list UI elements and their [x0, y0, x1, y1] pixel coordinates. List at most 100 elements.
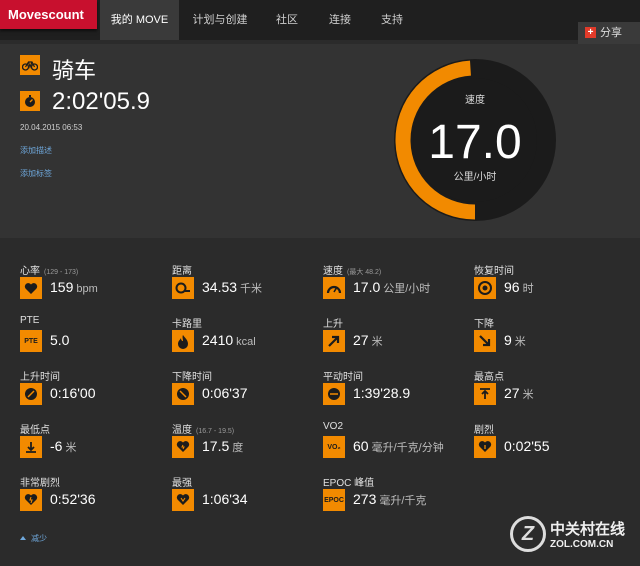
- stat-label-text: EPOC 峰值: [323, 478, 375, 489]
- stat-value-number: 9: [504, 332, 512, 348]
- stat-value: 9米: [504, 332, 526, 349]
- stat-label: 心率 (129 - 173): [20, 262, 78, 277]
- stat-label: 距离: [172, 262, 196, 277]
- stat-value: 0:16'00: [50, 385, 99, 401]
- share-label: 分享: [600, 27, 622, 39]
- collapse-link[interactable]: 减少: [20, 533, 47, 544]
- stat-item: 恢复时间 96 时: [474, 262, 619, 310]
- speedometer-icon: [323, 277, 345, 299]
- stat-unit: bpm: [76, 283, 98, 295]
- heart-intense-icon: [474, 436, 496, 458]
- stat-label-text: 距离: [172, 266, 192, 277]
- stat-item: PTE PTE 5.0: [20, 315, 165, 363]
- share-button[interactable]: + 分享: [578, 22, 640, 44]
- stat-label: 最高点: [474, 368, 508, 383]
- stat-value-number: 34.53: [202, 279, 238, 295]
- stat-value: 2410 kcal: [202, 332, 256, 348]
- stat-label: 上升时间: [20, 368, 64, 383]
- stat-value-number: 17.0: [353, 279, 381, 295]
- stat-label-text: 上升时间: [20, 372, 60, 383]
- stat-value: 1:06'34: [202, 491, 251, 507]
- stat-label-text: 下降: [474, 319, 494, 330]
- stat-item: 温度 (16.7 - 19.5) 17.5 度: [172, 421, 317, 469]
- stat-value-number: 0:16'00: [50, 385, 96, 401]
- activity-date: 20.04.2015 06:53: [20, 123, 83, 132]
- distance-icon: [172, 277, 194, 299]
- stat-value: 34.53 千米: [202, 279, 262, 296]
- stat-label: 剧烈: [474, 421, 498, 436]
- collapse-label: 减少: [31, 534, 47, 543]
- movescount-logo[interactable]: Movescount: [0, 0, 97, 29]
- stat-label-text: 最低点: [20, 425, 50, 436]
- stat-value-number: 60: [353, 438, 369, 454]
- stat-value-number: 1:06'34: [202, 491, 248, 507]
- stat-note: (129 - 173): [44, 269, 79, 276]
- stat-value: 27 米: [504, 385, 534, 402]
- stat-label-text: 恢复时间: [474, 266, 514, 277]
- stat-label: 下降时间: [172, 368, 216, 383]
- stat-label: 下降: [474, 315, 498, 330]
- epoc-icon: EPOC: [323, 489, 345, 511]
- stat-value: 0:06'37: [202, 385, 251, 401]
- plus-icon: +: [585, 27, 596, 38]
- stat-label: 速度 (最大 48.2): [323, 262, 381, 277]
- stat-label-text: 上升: [323, 319, 343, 330]
- gauge-value: 17.0: [428, 116, 521, 169]
- stat-item: 最强 1:06'34: [172, 474, 317, 522]
- temperature-icon: [172, 436, 194, 458]
- stat-label-text: VO2: [323, 421, 344, 432]
- stat-value-number: 1:39'28.9: [353, 385, 411, 401]
- stat-label: 温度 (16.7 - 19.5): [172, 421, 234, 436]
- stat-value: 1:39'28.9: [353, 385, 413, 401]
- zol-watermark-cn: 中关村在线: [550, 521, 626, 538]
- speed-gauge: 速度 17.0 公里/小时: [394, 59, 556, 221]
- stat-item: 卡路里 2410 kcal: [172, 315, 317, 363]
- stat-label-text: 速度: [323, 266, 343, 277]
- stat-value-number: 96: [504, 279, 520, 295]
- stat-value: 273 毫升/千克: [353, 491, 426, 508]
- stat-item: 下降 9 米: [474, 315, 619, 363]
- recovery-icon: [474, 277, 496, 299]
- add-tags-link[interactable]: 添加标签: [20, 168, 52, 179]
- heart-very-intense-icon: [20, 489, 42, 511]
- stat-value-number: 27: [504, 385, 520, 401]
- bicycle-icon: [20, 55, 40, 75]
- stat-value-number: 0:52'36: [50, 491, 96, 507]
- stat-value: 159 bpm: [50, 279, 98, 295]
- stat-label: VO2: [323, 421, 347, 432]
- stat-value: 0:52'36: [50, 491, 99, 507]
- arrow-down-right-icon: [474, 330, 496, 352]
- stat-item: 速度 (最大 48.2) 17.0 公里/小时: [323, 262, 468, 310]
- stat-label-text: PTE: [20, 315, 40, 326]
- nav-tab-support[interactable]: 支持: [370, 0, 414, 40]
- stat-value-number: 0:06'37: [202, 385, 248, 401]
- stat-item: 下降时间 0:06'37: [172, 368, 317, 416]
- nav-tab-my-move[interactable]: 我的 MOVE: [100, 0, 179, 40]
- stat-item: 上升 27 米: [323, 315, 468, 363]
- stat-value-number: 27: [353, 332, 369, 348]
- nav-tab-community[interactable]: 社区: [264, 0, 310, 40]
- nav-tab-plan-create[interactable]: 计划与创建: [182, 0, 258, 40]
- stat-label: 最低点: [20, 421, 54, 436]
- nav-tab-connect[interactable]: 连接: [318, 0, 362, 40]
- stat-unit: 时: [522, 283, 534, 295]
- stat-note: (最大 48.2): [347, 269, 382, 276]
- stat-value-number: 17.5: [202, 438, 230, 454]
- stat-label-text: 平动时间: [323, 372, 363, 383]
- triangle-up-icon: [20, 536, 26, 540]
- flat-time-icon: [323, 383, 345, 405]
- stat-value: 60 毫升/千克/分钟: [353, 438, 444, 455]
- zol-logo: Z: [510, 516, 546, 552]
- stat-label: 恢复时间: [474, 262, 518, 277]
- stat-label: 平动时间: [323, 368, 367, 383]
- stat-label-text: 温度: [172, 425, 192, 436]
- add-description-link[interactable]: 添加描述: [20, 145, 52, 156]
- stat-value-number: 5.0: [50, 332, 70, 348]
- stat-value: 17.0 公里/小时: [353, 279, 430, 296]
- stat-label: 卡路里: [172, 315, 206, 330]
- stat-value: 17.5 度: [202, 438, 243, 455]
- stat-label-text: 非常剧烈: [20, 478, 60, 489]
- stat-value-number: -6: [50, 438, 63, 454]
- stat-label: 上升: [323, 315, 347, 330]
- stat-item: 平动时间 1:39'28.9: [323, 368, 468, 416]
